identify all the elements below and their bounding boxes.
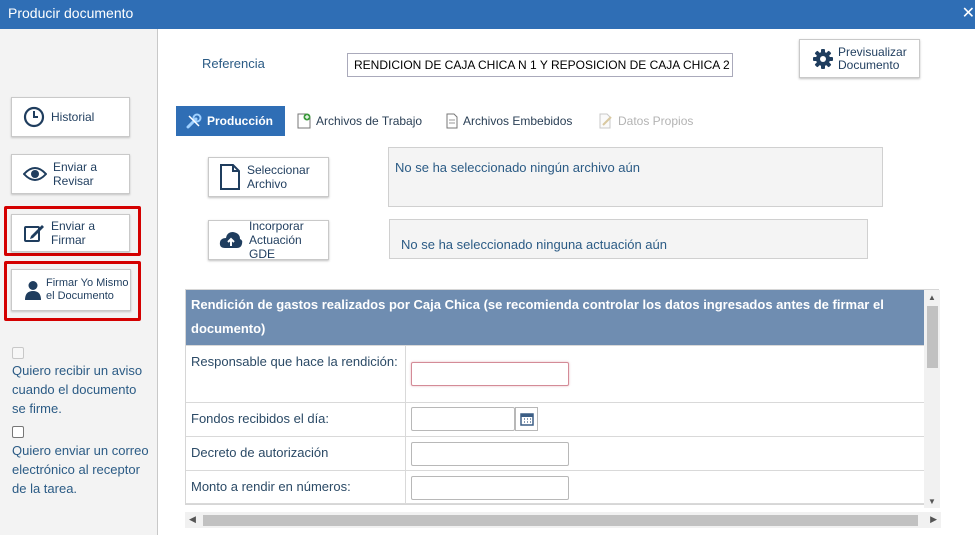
scroll-down-icon[interactable]: ▼ <box>928 497 936 506</box>
close-icon[interactable]: ✕ <box>962 3 975 23</box>
edit-icon <box>23 222 45 244</box>
file-add-icon <box>297 113 311 129</box>
form-row: Fondos recibidos el día: <box>186 402 938 436</box>
incorporate-button[interactable]: Incorporar Actuación GDE <box>208 219 329 261</box>
tab-archivos-embebidos-label: Archivos Embebidos <box>463 114 573 128</box>
decreto-input[interactable] <box>411 442 569 466</box>
user-icon <box>24 279 42 301</box>
file-edit-icon <box>599 113 613 129</box>
cloud-upload-icon <box>219 230 243 250</box>
scroll-left-icon[interactable]: ◀ <box>189 514 196 525</box>
form-row-label: Decreto de autorización <box>186 437 406 470</box>
correo-checkbox[interactable] <box>12 426 24 438</box>
incorporate-status: No se ha seleccionado ninguna actuación … <box>389 219 868 259</box>
form-row: Responsable que hace la rendición: <box>186 345 938 402</box>
select-file-status: No se ha seleccionado ningún archivo aún <box>388 147 883 207</box>
scroll-right-icon[interactable]: ▶ <box>930 514 937 525</box>
historial-label: Historial <box>51 110 95 124</box>
form-header: Rendición de gastos realizados por Caja … <box>186 290 938 345</box>
firmar-yo-mismo-button[interactable]: Firmar Yo Mismo el Documento <box>11 269 131 311</box>
preview-button[interactable]: Previsualizar Documento <box>799 39 920 78</box>
preview-label: Previsualizar Documento <box>838 44 907 72</box>
calendar-icon[interactable] <box>515 407 538 431</box>
horizontal-scrollbar[interactable]: ◀ ▶ <box>185 512 941 528</box>
tab-produccion[interactable]: Producción <box>176 106 286 136</box>
historial-button[interactable]: Historial <box>11 97 130 137</box>
form-row: Monto a rendir en números: <box>186 470 938 503</box>
form-row <box>186 503 938 505</box>
file-icon <box>446 113 458 129</box>
form-row-label: Fondos recibidos el día: <box>186 403 406 436</box>
aviso-checkbox-label: Quiero recibir un aviso cuando el docume… <box>12 363 143 416</box>
tab-produccion-label: Producción <box>207 114 274 128</box>
sidebar: Historial Enviar a Revisar Enviar a Firm… <box>0 29 158 535</box>
firmar-yo-mismo-label: Firmar Yo Mismo el Documento <box>46 277 129 302</box>
enviar-a-revisar-label: Enviar a Revisar <box>53 160 98 188</box>
main-panel: Referencia RENDICION DE CAJA CHICA N 1 Y… <box>159 29 975 535</box>
horizontal-scroll-thumb[interactable] <box>203 515 918 526</box>
select-file-label: Seleccionar Archivo <box>247 163 310 191</box>
tab-bar: Producción Archivos de Trabajo Archivos … <box>176 106 956 136</box>
incorporate-label: Incorporar Actuación GDE <box>249 219 304 261</box>
form-row-label <box>186 504 406 505</box>
fondos-date-input[interactable] <box>411 407 515 431</box>
window-title: Producir documento <box>8 5 134 21</box>
tab-archivos-de-trabajo-label: Archivos de Trabajo <box>316 114 423 128</box>
select-file-button[interactable]: Seleccionar Archivo <box>208 157 329 197</box>
wrench-icon <box>186 113 202 129</box>
monto-input[interactable] <box>411 476 569 500</box>
responsable-input[interactable] <box>411 362 569 386</box>
gear-icon <box>813 48 833 69</box>
reference-label: Referencia <box>202 56 265 71</box>
vertical-scroll-thumb[interactable] <box>927 306 938 368</box>
aviso-checkbox[interactable] <box>12 347 24 359</box>
form-row-label: Monto a rendir en números: <box>186 471 406 503</box>
correo-checkbox-label: Quiero enviar un correo electrónico al r… <box>12 443 149 496</box>
scroll-up-icon[interactable]: ▲ <box>928 293 936 302</box>
eye-icon <box>23 163 47 185</box>
title-bar: Producir documento ✕ <box>0 0 975 29</box>
enviar-a-revisar-button[interactable]: Enviar a Revisar <box>11 154 130 194</box>
document-icon <box>219 164 241 190</box>
enviar-a-firmar-button[interactable]: Enviar a Firmar <box>11 214 130 252</box>
form-row-label: Responsable que hace la rendición: <box>186 346 406 402</box>
vertical-scrollbar[interactable]: ▲ ▼ <box>924 290 940 508</box>
reference-input[interactable]: RENDICION DE CAJA CHICA N 1 Y REPOSICION… <box>347 53 733 77</box>
tab-datos-propios-label: Datos Propios <box>618 114 694 128</box>
form-row: Decreto de autorización <box>186 436 938 470</box>
tab-archivos-embebidos[interactable]: Archivos Embebidos <box>446 106 572 136</box>
tab-archivos-de-trabajo[interactable]: Archivos de Trabajo <box>297 106 422 136</box>
enviar-a-firmar-label: Enviar a Firmar <box>51 219 96 247</box>
clock-icon <box>23 106 45 128</box>
tab-datos-propios: Datos Propios <box>599 106 693 136</box>
form-table: Rendición de gastos realizados por Caja … <box>185 289 939 505</box>
